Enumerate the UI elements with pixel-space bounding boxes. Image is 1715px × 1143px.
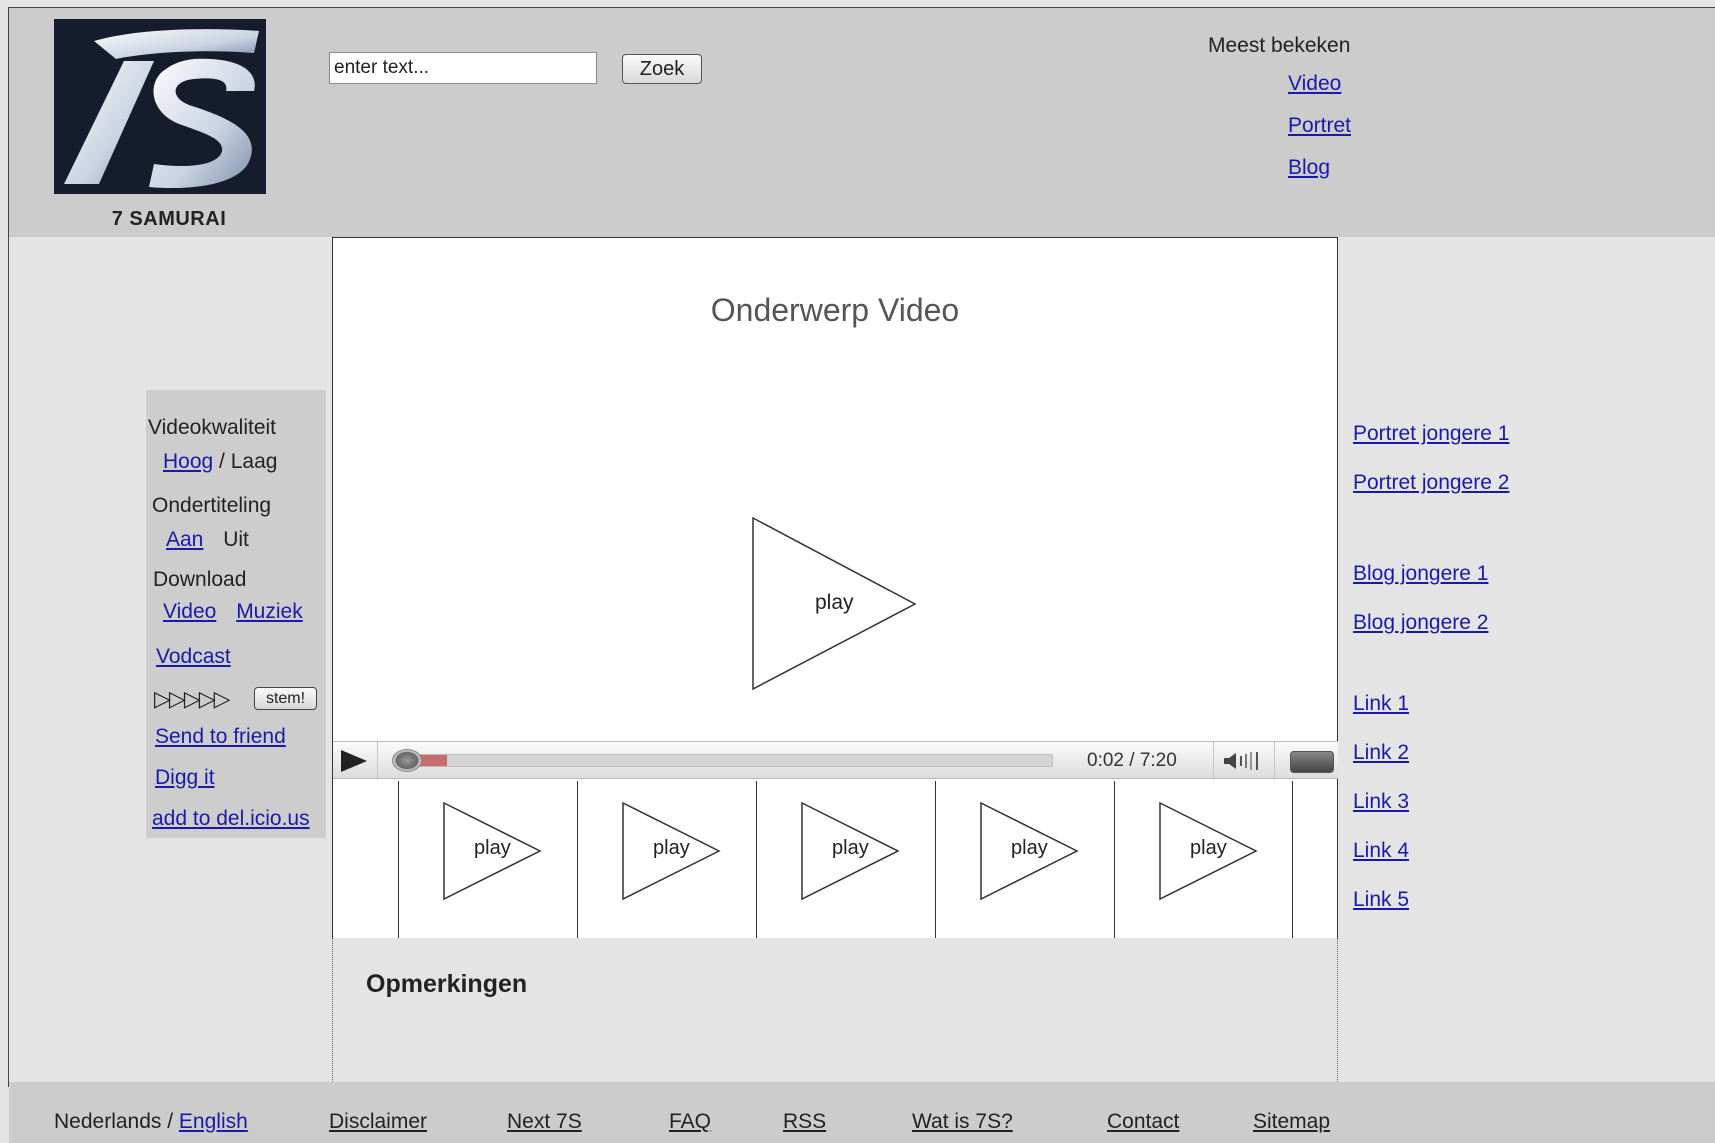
video-title-box: Onderwerp Video [332, 237, 1338, 400]
progress-knob-icon[interactable] [392, 749, 422, 772]
big-play-label: play [815, 591, 854, 614]
comments-section: Opmerkingen [332, 938, 1338, 1082]
language-english-link[interactable]: English [179, 1110, 248, 1133]
thumbnail-play-label: play [1190, 837, 1227, 859]
video-player[interactable]: play 0:02 / 7:20 [332, 399, 1338, 783]
download-music-link[interactable]: Muziek [236, 600, 303, 623]
big-play-button[interactable]: play [752, 516, 918, 691]
video-options-panel: Videokwaliteit Hoog / Laag Ondertiteling… [146, 390, 326, 838]
quality-low-text: Laag [230, 450, 278, 473]
thumbnail-play-label: play [653, 837, 690, 859]
thumbnail[interactable]: play [935, 781, 1114, 938]
side-link-3[interactable]: Link 3 [1353, 790, 1409, 814]
side-link-blog-1[interactable]: Blog jongere 1 [1353, 562, 1488, 586]
footer-disclaimer-link[interactable]: Disclaimer [329, 1110, 427, 1134]
most-viewed-title: Meest bekeken [1208, 34, 1351, 57]
quality-high-link[interactable]: Hoog [163, 450, 213, 473]
vodcast-link[interactable]: Vodcast [156, 645, 231, 669]
main-content: Onderwerp Video play 0:02 / 7:20 play pl… [332, 237, 1338, 1082]
brand-name: 7 SAMURAI [111, 208, 227, 230]
comments-title: Opmerkingen [366, 970, 528, 998]
video-title: Onderwerp Video [710, 291, 960, 328]
footer-contact-link[interactable]: Contact [1107, 1110, 1179, 1134]
subtitles-off-text: Uit [223, 528, 249, 551]
send-to-friend-link[interactable]: Send to friend [155, 725, 286, 749]
thumbnail-play-label: play [474, 837, 511, 859]
footer-rss-link[interactable]: RSS [783, 1110, 826, 1134]
control-divider [377, 742, 378, 780]
quality-separator: / [219, 450, 225, 473]
most-viewed-portret-link[interactable]: Portret [1288, 114, 1351, 156]
player-controls: 0:02 / 7:20 [333, 741, 1338, 780]
thumbnail-play-label: play [1011, 837, 1048, 859]
subtitles-on-link[interactable]: Aan [166, 528, 203, 551]
thumbnail[interactable]: play [577, 781, 756, 938]
control-divider [1274, 742, 1275, 780]
delicious-link[interactable]: add to del.icio.us [152, 807, 310, 831]
most-viewed-video-link[interactable]: Video [1288, 72, 1351, 114]
footer-wat-is-7s-link[interactable]: Wat is 7S? [912, 1110, 1013, 1134]
side-link-5[interactable]: Link 5 [1353, 888, 1409, 912]
search-input[interactable] [329, 52, 597, 84]
progress-bar[interactable] [392, 749, 1053, 772]
search-button[interactable]: Zoek [622, 54, 702, 84]
side-link-2[interactable]: Link 2 [1353, 741, 1409, 765]
control-divider [1213, 742, 1214, 780]
download-video-link[interactable]: Video [163, 600, 216, 623]
footer-next7s-link[interactable]: Next 7S [507, 1110, 582, 1134]
footer-sitemap-link[interactable]: Sitemap [1253, 1110, 1330, 1134]
thumbnail-strip: play play play play play [332, 781, 1338, 939]
thumbnail[interactable]: play [1114, 781, 1293, 938]
vote-button[interactable]: stem! [254, 687, 317, 710]
volume-icon[interactable] [1222, 751, 1266, 771]
most-viewed-blog-link[interactable]: Blog [1288, 156, 1351, 198]
quality-label: Videokwaliteit [148, 416, 277, 439]
download-label: Download [153, 568, 247, 591]
fullscreen-icon[interactable] [1290, 751, 1334, 773]
thumbnail-play-label: play [832, 837, 869, 859]
thumbnail[interactable]: play [756, 781, 935, 938]
side-link-portret-2[interactable]: Portret jongere 2 [1353, 471, 1509, 495]
time-readout: 0:02 / 7:20 [1087, 750, 1177, 771]
footer: Nederlands / English Disclaimer Next 7S … [9, 1082, 1715, 1143]
side-link-portret-1[interactable]: Portret jongere 1 [1353, 422, 1509, 446]
site-logo[interactable] [54, 19, 266, 194]
subtitles-label: Ondertiteling [152, 494, 272, 517]
control-play-icon[interactable] [339, 748, 369, 774]
header: 7 SAMURAI Zoek Meest bekeken Video Portr… [9, 8, 1715, 237]
digg-link[interactable]: Digg it [155, 766, 215, 790]
footer-faq-link[interactable]: FAQ [669, 1110, 711, 1134]
most-viewed-list: Video Portret Blog [1288, 72, 1351, 198]
thumbnail[interactable]: play [398, 781, 577, 938]
rating-stars[interactable]: ▷▷▷▷▷ [154, 686, 231, 712]
side-link-blog-2[interactable]: Blog jongere 2 [1353, 611, 1488, 635]
language-current: Nederlands / [54, 1110, 174, 1133]
side-link-4[interactable]: Link 4 [1353, 839, 1409, 863]
side-link-1[interactable]: Link 1 [1353, 692, 1409, 716]
